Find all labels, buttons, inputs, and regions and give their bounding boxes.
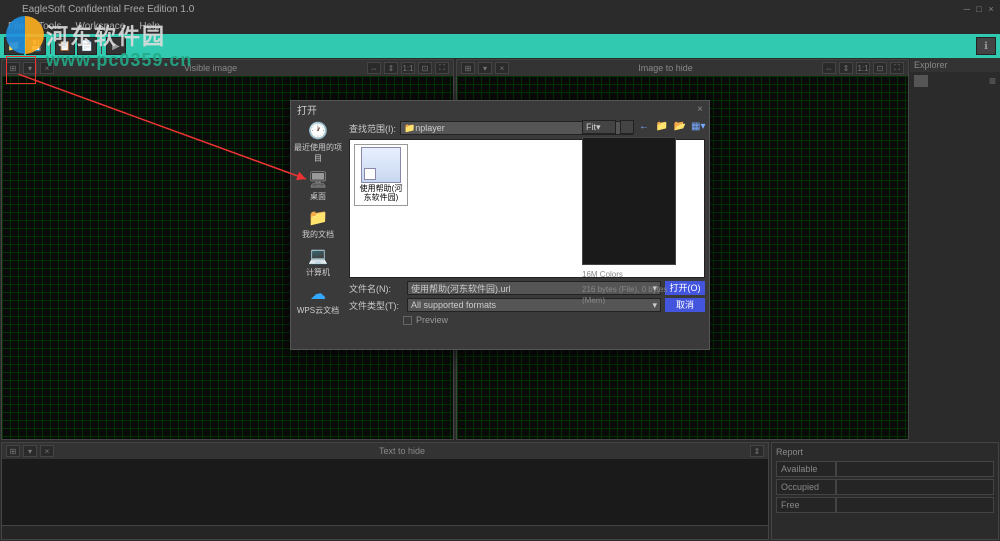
separator (50, 38, 51, 54)
panel-arrow-icon[interactable]: ▾ (478, 62, 492, 74)
tool-paste-icon[interactable]: 📄 (77, 37, 97, 55)
preview-label: Preview (416, 315, 448, 325)
maximize-button[interactable]: □ (974, 4, 984, 14)
drag-handle-icon[interactable]: ⇕ (750, 445, 764, 457)
text-status (2, 525, 768, 539)
report-occupied-label: Occupied (776, 479, 836, 495)
report-free-value (836, 497, 994, 513)
text-hide-panel: ⊞ ▾ × Text to hide ⇕ (1, 442, 769, 540)
lookin-label: 查找范围(I): (349, 122, 396, 135)
tool-run-icon[interactable]: ▶ (106, 37, 126, 55)
place-computer[interactable]: 💻计算机 (306, 246, 330, 278)
preview-bytes: 216 bytes (File), 0 bytes (Mem) (582, 284, 682, 306)
panel-close-icon[interactable]: × (40, 62, 54, 74)
place-wps[interactable]: ☁WPS云文档 (297, 284, 339, 316)
fullscreen-icon[interactable]: ⛶ (890, 62, 904, 74)
menubar: File Tools Workspace Help (0, 18, 1000, 34)
file-label: 使用帮助(河东软件园) (357, 185, 405, 203)
preview-fit-combo[interactable]: Fit ▾ (582, 120, 616, 134)
place-recent[interactable]: 🕐最近使用的项目 (291, 121, 345, 164)
app-icon (4, 2, 18, 16)
folder-icon[interactable] (914, 75, 928, 87)
fit-height-icon[interactable]: ⇕ (839, 62, 853, 74)
panel-open-icon[interactable]: ⊞ (6, 445, 20, 457)
explorer-menu-icon[interactable]: ≡ (989, 74, 996, 88)
panel-arrow-icon[interactable]: ▾ (23, 62, 37, 74)
panel-close-icon[interactable]: × (40, 445, 54, 457)
panel-title: Text to hide (57, 446, 747, 456)
fit-width-icon[interactable]: ⇔ (822, 62, 836, 74)
dialog-close-icon[interactable]: × (697, 104, 703, 115)
tool-open-icon[interactable]: 📁 (4, 37, 24, 55)
places-bar: 🕐最近使用的项目 🖥桌面 📁我的文档 💻计算机 ☁WPS云文档 (291, 117, 345, 327)
zoom-ratio[interactable]: 1:1 (401, 62, 415, 74)
preview-tool-icon[interactable] (620, 120, 634, 134)
menu-help[interactable]: Help (133, 20, 166, 33)
fit-width-icon[interactable]: ⇔ (367, 62, 381, 74)
panel-title: Visible image (57, 63, 364, 73)
panel-title: Image to hide (512, 63, 819, 73)
report-free-label: Free (776, 497, 836, 513)
place-mydocs[interactable]: 📁我的文档 (302, 208, 334, 240)
fit-height-icon[interactable]: ⇕ (384, 62, 398, 74)
menu-tools[interactable]: Tools (32, 20, 67, 33)
panel-close-icon[interactable]: × (495, 62, 509, 74)
explorer-title: Explorer (910, 58, 1000, 72)
menu-workspace[interactable]: Workspace (69, 20, 131, 33)
titlebar: EagleSoft Confidential Free Edition 1.0 … (0, 0, 1000, 18)
preview-checkbox[interactable] (403, 316, 412, 325)
nav-view-icon[interactable]: ▦▾ (691, 121, 705, 135)
panel-open-icon[interactable]: ⊞ (6, 62, 20, 74)
toolbar: 📁 💾 📋 📄 ▶ ℹ (0, 34, 1000, 58)
fit-icon[interactable]: ⊡ (418, 62, 432, 74)
file-icon (361, 147, 401, 183)
panel-arrow-icon[interactable]: ▾ (23, 445, 37, 457)
preview-colors: 16M Colors (582, 269, 682, 280)
tool-info-icon[interactable]: ℹ (976, 37, 996, 55)
explorer-panel: Explorer ≡ (910, 58, 1000, 441)
fullscreen-icon[interactable]: ⛶ (435, 62, 449, 74)
fit-icon[interactable]: ⊡ (873, 62, 887, 74)
panel-open-icon[interactable]: ⊞ (461, 62, 475, 74)
filename-label: 文件名(N): (349, 282, 403, 295)
dialog-preview-side: Fit ▾ 16M Colors 216 bytes (File), 0 byt… (582, 120, 682, 307)
text-hide-area[interactable] (2, 459, 768, 525)
dialog-title: 打开 (297, 102, 317, 117)
place-desktop[interactable]: 🖥桌面 (306, 170, 330, 202)
file-item[interactable]: 使用帮助(河东软件园) (354, 144, 408, 206)
report-available-label: Available (776, 461, 836, 477)
report-panel: Report Available Occupied Free (771, 442, 999, 540)
minimize-button[interactable]: ─ (962, 4, 972, 14)
report-title: Report (776, 447, 994, 457)
preview-area (582, 137, 676, 265)
separator (101, 38, 102, 54)
tool-save-icon[interactable]: 💾 (26, 37, 46, 55)
close-button[interactable]: × (986, 4, 996, 14)
tool-copy-icon[interactable]: 📋 (55, 37, 75, 55)
report-occupied-value (836, 479, 994, 495)
app-title: EagleSoft Confidential Free Edition 1.0 (22, 4, 962, 15)
zoom-ratio[interactable]: 1:1 (856, 62, 870, 74)
report-available-value (836, 461, 994, 477)
filetype-label: 文件类型(T): (349, 299, 403, 312)
menu-file[interactable]: File (2, 20, 30, 33)
